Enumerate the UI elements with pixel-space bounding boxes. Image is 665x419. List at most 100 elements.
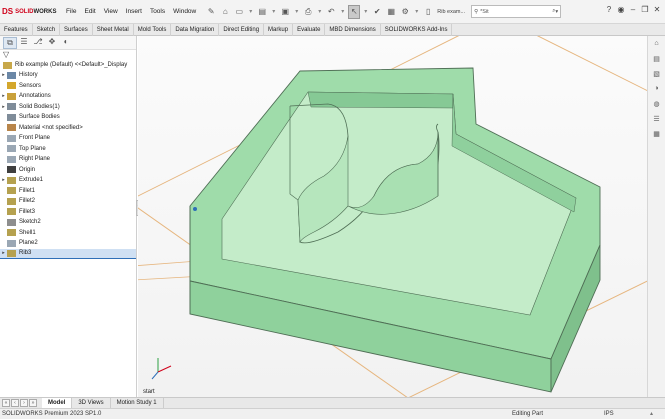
tree-root-part[interactable]: Rib example (Default) <<Default>_Display (0, 60, 136, 70)
appearances-icon[interactable]: ◍ (651, 100, 663, 111)
back-inner-wall (307, 91, 454, 109)
last-tab-icon[interactable]: » (29, 399, 37, 407)
filter-icon[interactable]: ▽ (0, 50, 136, 60)
tab-surfaces[interactable]: Surfaces (60, 23, 93, 36)
save-icon[interactable]: ▣ (279, 5, 291, 19)
view-palette-icon[interactable]: ◑ (651, 85, 663, 96)
tree-item-fillet3[interactable]: Fillet3 (0, 207, 136, 218)
tab-solidworks-add-ins[interactable]: SOLIDWORKS Add-Ins (381, 23, 453, 36)
panel-tabs: ⧉ ☰ ⎇ ✥ ◐ (0, 36, 136, 50)
print-icon[interactable]: ⎙ (302, 5, 314, 19)
menu-edit[interactable]: Edit (84, 8, 95, 15)
tab-3d-views[interactable]: 3D Views (72, 397, 111, 409)
restore-icon[interactable]: ❐ (639, 5, 651, 14)
minimize-icon[interactable]: – (627, 5, 639, 14)
first-tab-icon[interactable]: « (2, 399, 10, 407)
configuration-manager-icon[interactable]: ⎇ (31, 37, 45, 49)
custom-properties-icon[interactable]: ☰ (651, 115, 663, 126)
tab-evaluate[interactable]: Evaluate (293, 23, 326, 36)
select-dropdown-icon[interactable]: ▾ (362, 5, 369, 19)
tab-markup[interactable]: Markup (264, 23, 294, 36)
menu-tools[interactable]: Tools (150, 8, 165, 15)
print-dropdown-icon[interactable]: ▾ (316, 5, 323, 19)
new-document-icon[interactable]: ▭ (233, 5, 245, 19)
file-properties-icon[interactable]: ▦ (385, 5, 397, 19)
search-input[interactable]: *Sit (480, 9, 552, 15)
tree-item-front-plane[interactable]: Front Plane (0, 133, 136, 144)
tree-item-label: Fillet2 (19, 198, 36, 205)
tab-sheet-metal[interactable]: Sheet Metal (93, 23, 134, 36)
status-bar: SOLIDWORKS Premium 2023 SP1.0 Editing Pa… (0, 408, 665, 419)
rebuild-icon[interactable]: ✔ (371, 5, 383, 19)
undo-icon[interactable]: ↶ (325, 5, 337, 19)
pin-icon[interactable]: ✎ (205, 5, 217, 19)
graphics-area[interactable] (138, 36, 647, 397)
tree-item-material-not-specified[interactable]: Material <not specified> (0, 123, 136, 134)
tree-item-sketch2[interactable]: Sketch2 (0, 217, 136, 228)
tab-model[interactable]: Model (42, 397, 73, 409)
open-icon[interactable]: ▤ (256, 5, 268, 19)
dimxpert-manager-icon[interactable]: ✥ (45, 37, 59, 49)
tree-item-history[interactable]: ▸ History (0, 70, 136, 81)
model-view[interactable] (138, 36, 647, 397)
tree-item-surface-bodies[interactable]: Surface Bodies (0, 112, 136, 123)
property-manager-icon[interactable]: ☰ (17, 37, 31, 49)
tree-item-top-plane[interactable]: Top Plane (0, 144, 136, 155)
close-icon[interactable]: ✕ (651, 5, 663, 14)
tab-features[interactable]: Features (0, 23, 33, 36)
tree-expander-icon[interactable]: ▸ (0, 93, 7, 99)
display-manager-icon[interactable]: ◐ (59, 37, 73, 49)
search-box[interactable]: ⚲ *Sit ⌕ ▾ (471, 5, 562, 18)
tree-item-right-plane[interactable]: Right Plane (0, 154, 136, 165)
prev-tab-icon[interactable]: ‹ (11, 399, 19, 407)
tab-mold-tools[interactable]: Mold Tools (134, 23, 172, 36)
tab-data-migration[interactable]: Data Migration (171, 23, 220, 36)
file-explorer-icon[interactable]: ▧ (651, 70, 663, 81)
tree-item-sensors[interactable]: Sensors (0, 81, 136, 92)
tab-direct-editing[interactable]: Direct Editing (219, 23, 265, 36)
tree-item-solid-bodies-1[interactable]: ▸ Solid Bodies(1) (0, 102, 136, 113)
undo-dropdown-icon[interactable]: ▾ (339, 5, 346, 19)
tree-item-rib3[interactable]: ▸ Rib3 (0, 248, 136, 259)
help-icon[interactable]: ? (603, 5, 615, 14)
tree-item-plane2[interactable]: Plane2 (0, 238, 136, 249)
tree-item-shell1[interactable]: Shell1 (0, 228, 136, 239)
tree-item-label: Solid Bodies(1) (19, 103, 60, 110)
file-tab-title[interactable]: Rib exam... (437, 9, 465, 15)
save-dropdown-icon[interactable]: ▾ (293, 5, 300, 19)
menu-window[interactable]: Window (173, 8, 196, 15)
menu-insert[interactable]: Insert (126, 8, 142, 15)
tree-item-fillet1[interactable]: Fillet1 (0, 186, 136, 197)
feature-manager-tree-icon[interactable]: ⧉ (3, 36, 17, 49)
design-library-icon[interactable]: ▤ (651, 55, 663, 66)
tree-item-extrude1[interactable]: ▸ Extrude1 (0, 175, 136, 186)
tree-expander-icon[interactable]: ▸ (0, 104, 7, 110)
tab-mbd-dimensions[interactable]: MBD Dimensions (325, 23, 381, 36)
search-dropdown-icon[interactable]: ▾ (555, 9, 558, 15)
tree-expander-icon[interactable]: ▸ (0, 177, 7, 183)
solidworks-resources-icon[interactable]: ⌂ (651, 40, 663, 51)
new-dropdown-icon[interactable]: ▾ (247, 5, 254, 19)
next-tab-icon[interactable]: › (20, 399, 28, 407)
tree-expander-icon[interactable]: ▸ (0, 72, 7, 78)
options-gear-icon[interactable]: ⚙ (399, 5, 411, 19)
tree-item-annotations[interactable]: ▸ Annotations (0, 91, 136, 102)
account-icon[interactable]: ◉ (615, 5, 627, 14)
select-arrow-icon[interactable]: ↖ (348, 4, 361, 19)
menu-file[interactable]: File (66, 8, 76, 15)
tree-item-origin[interactable]: Origin (0, 165, 136, 176)
status-units[interactable]: IPS (604, 411, 614, 417)
tab-sketch[interactable]: Sketch (33, 23, 61, 36)
tree-item-fillet2[interactable]: Fillet2 (0, 196, 136, 207)
tree-expander-icon[interactable]: ▸ (0, 250, 7, 256)
feature-icon (7, 92, 16, 100)
tab-motion-study-1[interactable]: Motion Study 1 (111, 397, 164, 409)
options-dropdown-icon[interactable]: ▾ (413, 5, 420, 19)
tree-item-label: Sensors (19, 82, 42, 89)
feature-tree: ▸ History Sensors ▸ Annotations ▸ Solid Bodies… (0, 70, 136, 259)
open-dropdown-icon[interactable]: ▾ (270, 5, 277, 19)
menu-view[interactable]: View (104, 8, 118, 15)
axis-triad (151, 358, 172, 380)
home-icon[interactable]: ⌂ (219, 5, 231, 19)
forum-icon[interactable]: ▦ (651, 130, 663, 141)
